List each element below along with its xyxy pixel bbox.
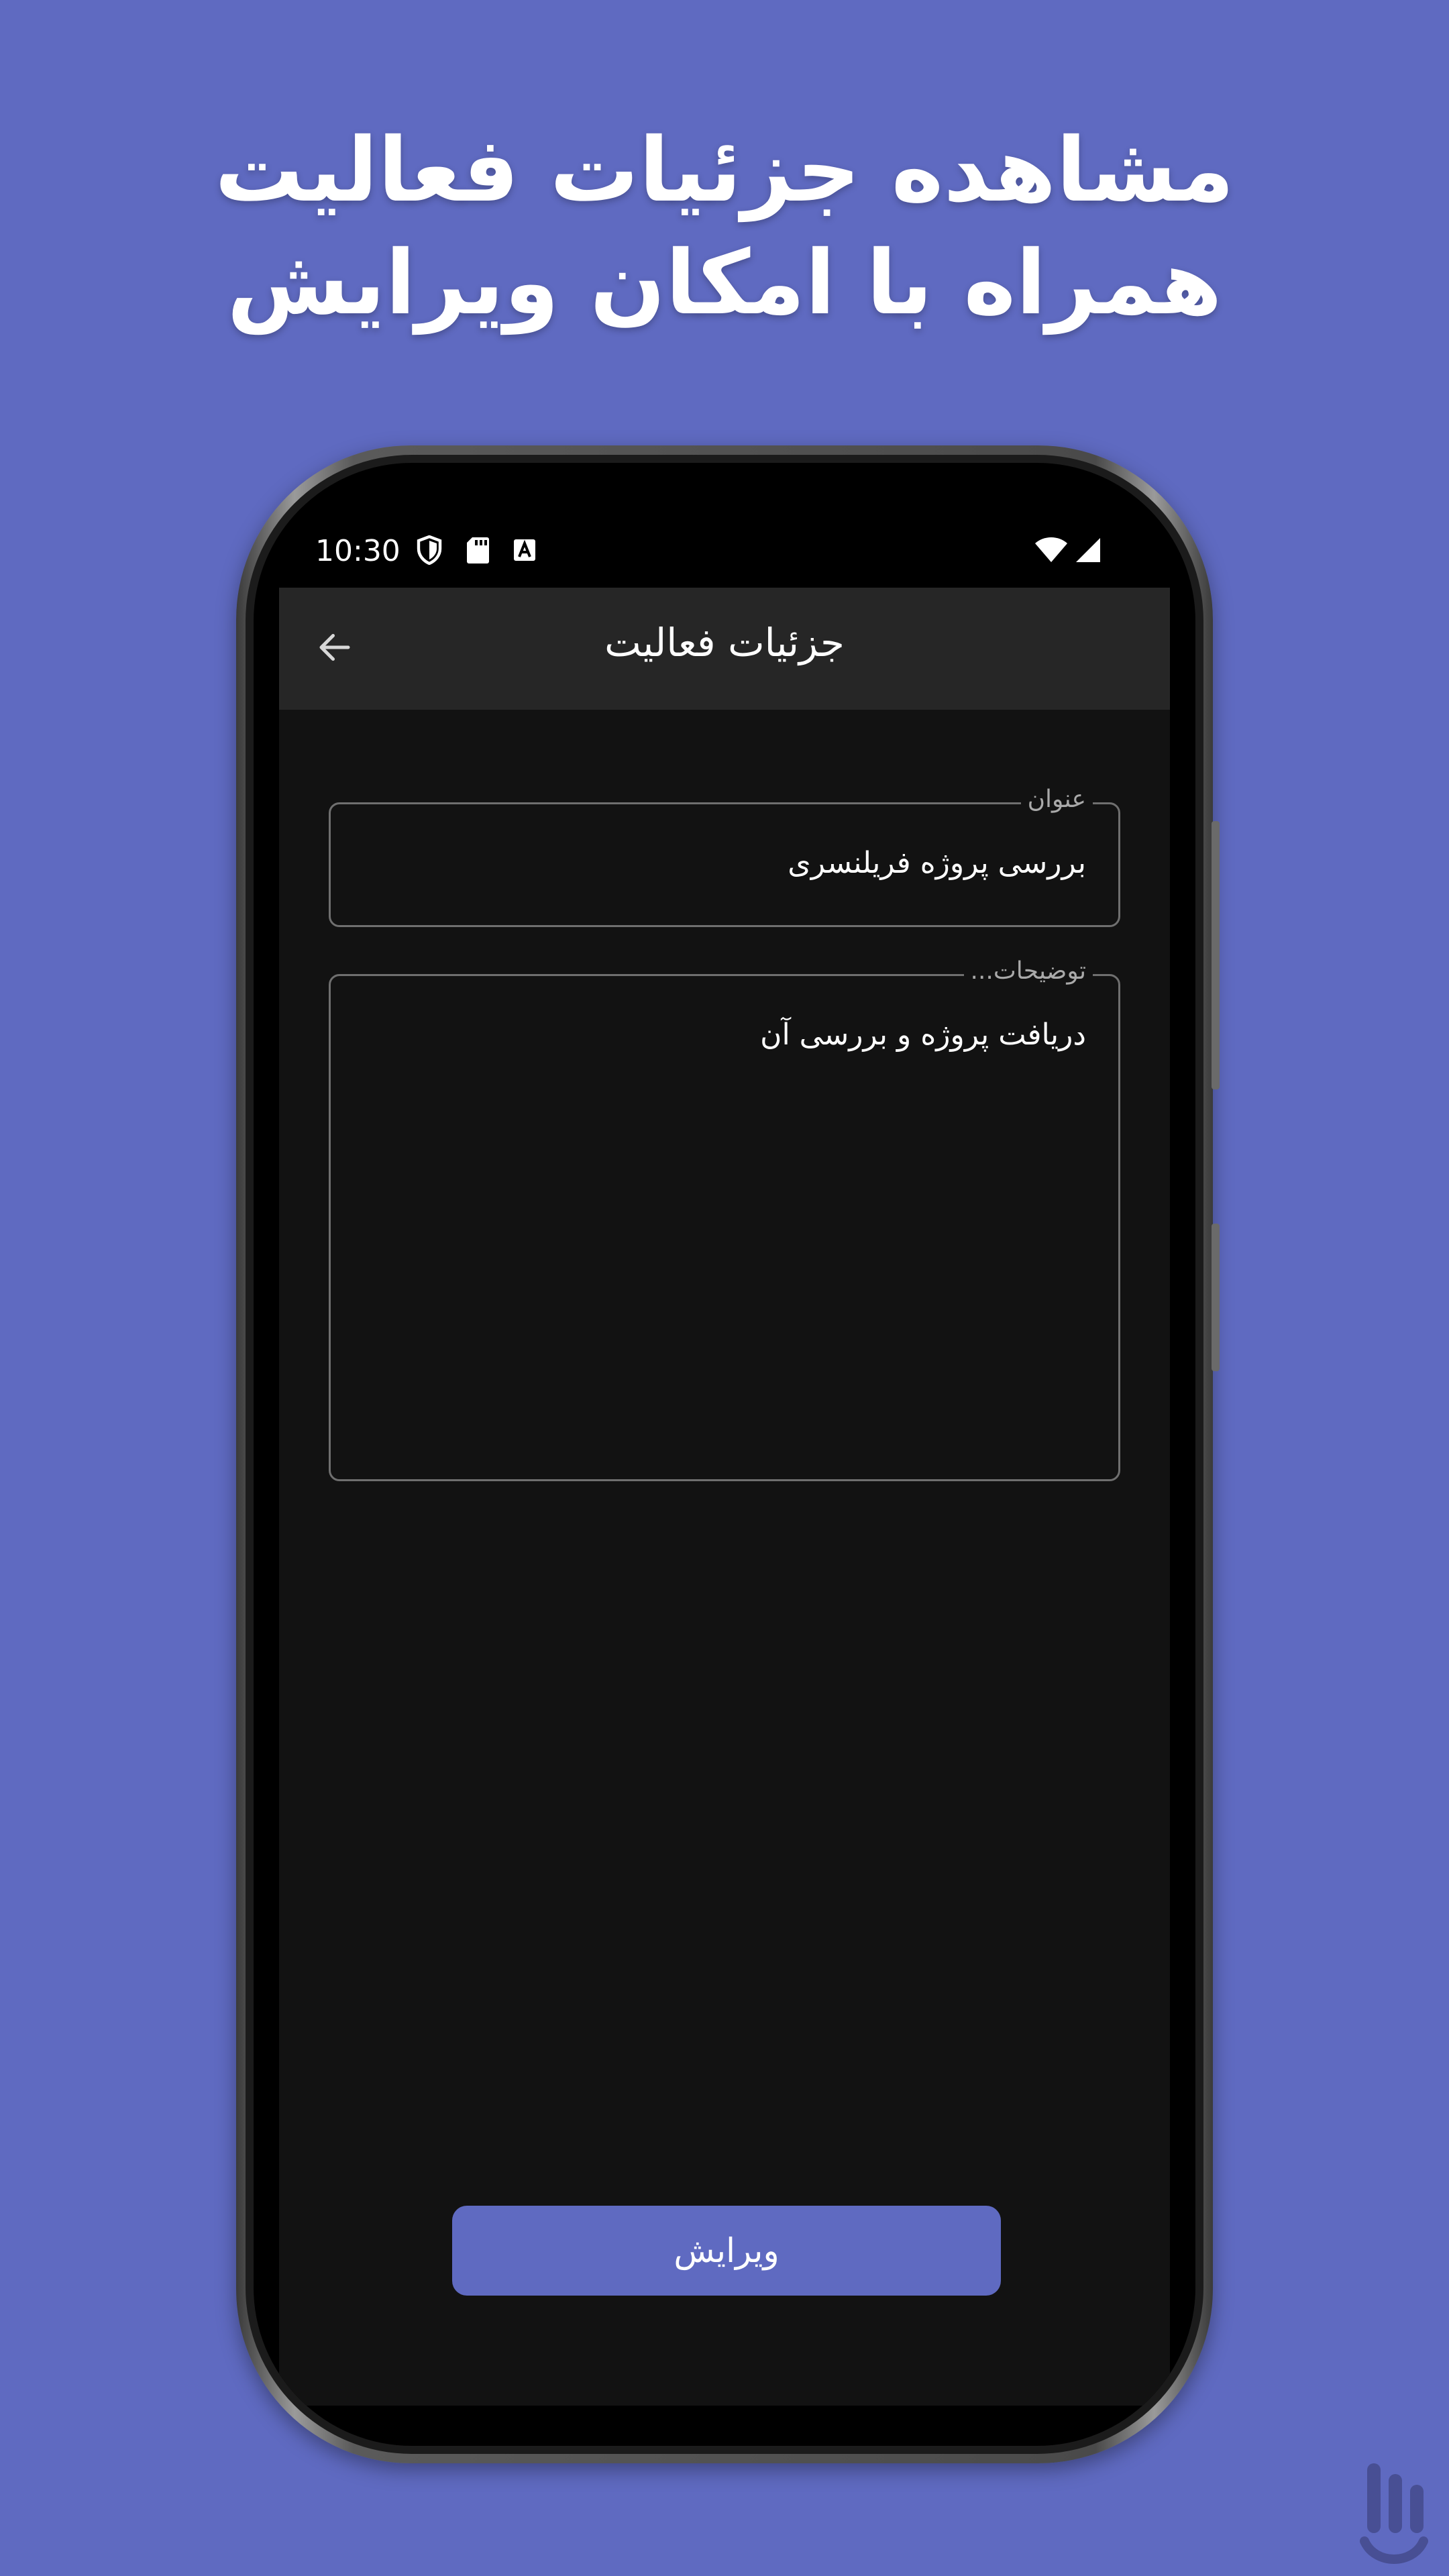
- shield-icon: [416, 535, 443, 568]
- promo-headline-line-1: مشاهده جزئیات فعالیت: [215, 119, 1234, 222]
- promo-headline: مشاهده جزئیات فعالیت همراه با امکان ویرا…: [0, 114, 1449, 339]
- content-area: عنوان بررسی پروژه فریلنسری توضیحات... در…: [279, 710, 1170, 2406]
- description-field-value[interactable]: دریافت پروژه و بررسی آن: [760, 1018, 1086, 1052]
- font-a-icon: [513, 538, 537, 565]
- status-bar: 10:30: [254, 463, 1195, 597]
- phone-screen: 10:30 جزئیات فعالیت عنوان بررسی پروژه فر…: [254, 463, 1195, 2446]
- edit-button[interactable]: ویرایش: [452, 2206, 1001, 2296]
- page: مشاهده جزئیات فعالیت همراه با امکان ویرا…: [0, 0, 1449, 2576]
- status-icons-right: [1034, 537, 1102, 566]
- watermark-logo: [1356, 2455, 1430, 2569]
- description-field-label: توضیحات...: [963, 957, 1093, 985]
- status-time: 10:30: [315, 534, 400, 568]
- app-bar: جزئیات فعالیت: [279, 588, 1170, 710]
- title-field[interactable]: عنوان بررسی پروژه فریلنسری: [329, 786, 1120, 927]
- wifi-icon: [1034, 537, 1068, 566]
- page-title: جزئیات فعالیت: [604, 620, 845, 665]
- phone-frame: 10:30 جزئیات فعالیت عنوان بررسی پروژه فر…: [236, 445, 1220, 2463]
- status-icons-left: [416, 535, 537, 568]
- description-field[interactable]: توضیحات... دریافت پروژه و بررسی آن: [329, 957, 1120, 1481]
- title-field-value[interactable]: بررسی پروژه فریلنسری: [788, 846, 1086, 880]
- phone-volume-button: [1212, 821, 1220, 1089]
- title-field-label: عنوان: [1020, 786, 1093, 813]
- sd-card-icon: [466, 536, 490, 567]
- signal-icon: [1075, 537, 1102, 566]
- phone-power-button: [1212, 1224, 1220, 1371]
- promo-headline-line-2: همراه با امکان ویرایش: [227, 231, 1222, 335]
